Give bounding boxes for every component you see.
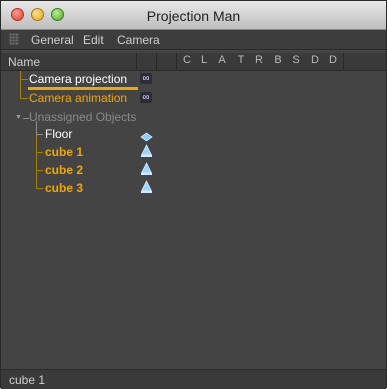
cube-3-label[interactable]: cube 3: [45, 181, 83, 195]
menu-bar: General Edit Camera: [1, 30, 386, 50]
tree-row-camera-animation[interactable]: Camera animation ∞: [1, 90, 386, 108]
camera-animation-label[interactable]: Camera animation: [29, 91, 127, 105]
tree-row-floor[interactable]: Floor: [1, 126, 386, 144]
tree-row-cube-1[interactable]: cube 1: [1, 144, 386, 162]
column-divider: [343, 53, 344, 70]
projection-man-window: Projection Man General Edit Camera Name …: [0, 0, 387, 389]
title-bar[interactable]: Projection Man: [1, 1, 386, 30]
column-header-l[interactable]: L: [198, 54, 210, 69]
cube-1-label[interactable]: cube 1: [45, 145, 83, 159]
status-bar: cube 1: [1, 369, 386, 389]
unassigned-objects-label[interactable]: Unassigned Objects: [29, 110, 136, 124]
window-title: Projection Man: [146, 8, 241, 24]
projection-tag-icon[interactable]: [140, 144, 153, 158]
menu-camera[interactable]: Camera: [117, 33, 160, 47]
expand-triangle-icon[interactable]: ▼: [15, 114, 22, 121]
menu-edit[interactable]: Edit: [83, 33, 104, 47]
column-header-s[interactable]: S: [290, 54, 302, 69]
column-divider: [136, 53, 137, 70]
column-header-d2[interactable]: D: [327, 54, 339, 69]
column-divider: [176, 53, 177, 70]
column-header-b[interactable]: B: [272, 54, 284, 69]
infinity-tag-icon[interactable]: ∞: [140, 73, 152, 84]
column-header-t[interactable]: T: [235, 54, 247, 69]
tree-row-unassigned-objects[interactable]: ▼ Unassigned Objects: [1, 109, 386, 127]
tree-row-cube-3[interactable]: cube 3: [1, 180, 386, 198]
column-header-a[interactable]: A: [216, 54, 228, 69]
column-header-row: Name C L A T R B S D D: [1, 53, 386, 71]
floor-label[interactable]: Floor: [45, 127, 72, 141]
camera-projection-label[interactable]: Camera projection: [29, 72, 127, 86]
column-divider: [156, 53, 157, 70]
cube-2-label[interactable]: cube 2: [45, 163, 83, 177]
grip-handle-icon[interactable]: [9, 33, 19, 45]
projection-tag-icon[interactable]: [140, 162, 153, 176]
status-text: cube 1: [9, 373, 46, 387]
plane-tag-icon[interactable]: [140, 129, 153, 142]
name-column-header[interactable]: Name: [8, 55, 40, 69]
projection-tag-icon[interactable]: [140, 180, 153, 194]
menu-general[interactable]: General: [31, 33, 74, 47]
column-header-d1[interactable]: D: [309, 54, 321, 69]
infinity-tag-icon[interactable]: ∞: [140, 92, 152, 103]
column-header-c[interactable]: C: [181, 54, 193, 69]
column-header-r[interactable]: R: [253, 54, 265, 69]
tree-row-cube-2[interactable]: cube 2: [1, 162, 386, 180]
object-tree: Camera projection ∞ Camera animation ∞ ▼…: [1, 71, 386, 367]
